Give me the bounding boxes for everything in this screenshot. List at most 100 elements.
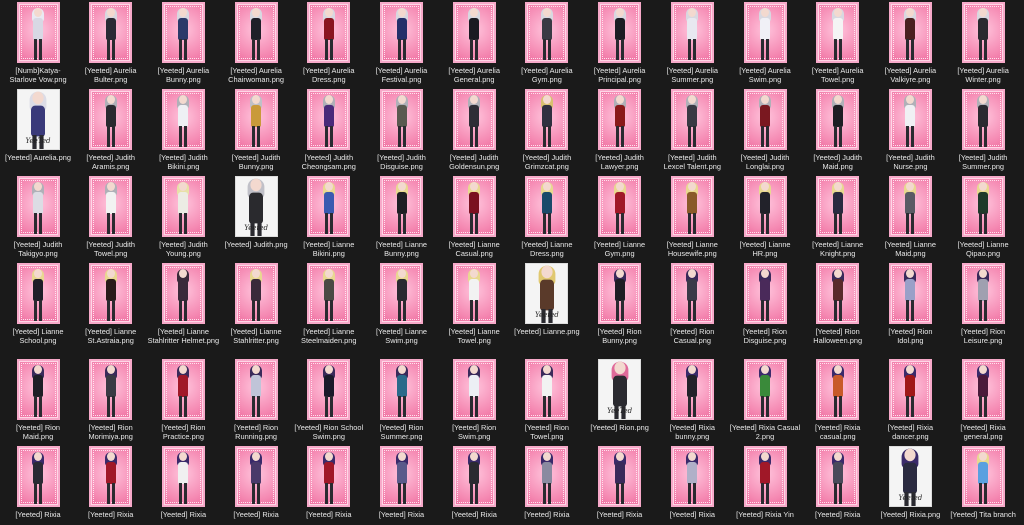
file-item[interactable]: [Yeeted] Rion Idol.png xyxy=(874,263,946,345)
file-item[interactable]: [Yeeted] Aurelia Dress.png xyxy=(293,2,365,84)
file-item[interactable]: [Yeeted] Rixia xyxy=(293,446,365,519)
file-item[interactable]: [Yeeted] Lianne Housewife.png xyxy=(656,176,728,258)
character-figure xyxy=(249,95,263,147)
face xyxy=(179,452,188,461)
file-item[interactable]: [Yeeted] Rixia bunny.png xyxy=(656,359,728,441)
file-item[interactable]: [Yeeted] Judith Summer.png xyxy=(947,89,1019,171)
file-item[interactable]: [Yeeted] Lianne Qipao.png xyxy=(947,176,1019,258)
file-item[interactable]: [Yeeted] Lianne Bunny.png xyxy=(366,176,438,258)
file-item[interactable]: [Yeeted] Judith Grimzcat.png xyxy=(511,89,583,171)
file-item[interactable]: [Yeeted] Rixia xyxy=(2,446,74,519)
file-item[interactable]: [Yeeted] Rion Towel.png xyxy=(511,359,583,441)
file-item[interactable]: [Yeeted] Rixia casual.png xyxy=(802,359,874,441)
file-item[interactable]: [Yeeted] Judith Nurse.png xyxy=(874,89,946,171)
file-item[interactable]: [Yeeted] Rion Summer.png xyxy=(366,359,438,441)
file-item[interactable]: [Yeeted] Aurelia Gym.png xyxy=(511,2,583,84)
file-name: [Yeeted] Rixia.png xyxy=(880,510,941,519)
file-item[interactable]: [Yeeted] Rixia general.png xyxy=(947,359,1019,441)
file-item[interactable]: [Yeeted] Aurelia Summer.png xyxy=(656,2,728,84)
file-name: [Yeeted] Lianne Bunny.png xyxy=(375,240,428,258)
file-item[interactable]: [Yeeted] Judith Takigyo.png xyxy=(2,176,74,258)
file-item[interactable]: [Yeeted] Lianne Swim.png xyxy=(366,263,438,345)
file-item[interactable]: [Yeeted] Judith Lexcel Talent.png xyxy=(656,89,728,171)
file-item[interactable]: [Yeeted] Aurelia Valkiyre.png xyxy=(874,2,946,84)
file-item[interactable]: [Yeeted] Aurelia Swim.png xyxy=(729,2,801,84)
file-name: [Yeeted] Lianne Housewife.png xyxy=(666,240,718,258)
file-item[interactable]: YeeTed [Yeeted] Aurelia.png xyxy=(2,89,74,162)
file-item[interactable]: [Yeeted] Rixia xyxy=(75,446,147,519)
file-item[interactable]: [Yeeted] Lianne HR.png xyxy=(729,176,801,258)
file-item[interactable]: [Yeeted] Rixia xyxy=(220,446,292,519)
file-item[interactable]: [Yeeted] Rion School Swim.png xyxy=(293,359,365,441)
file-item[interactable]: [Yeeted] Rixia xyxy=(802,446,874,519)
file-item[interactable]: [Yeeted] Lianne Maid.png xyxy=(874,176,946,258)
outfit xyxy=(178,462,189,484)
file-item[interactable]: [Yeeted] Lianne St.Astraia.png xyxy=(75,263,147,345)
file-item[interactable]: [Yeeted] Lianne Gym.png xyxy=(584,176,656,258)
file-item[interactable]: [Yeeted] Judith Towel.png xyxy=(75,176,147,258)
file-item[interactable]: [Yeeted] Judith Disguise.png xyxy=(366,89,438,171)
file-item[interactable]: [Yeeted] Judith Young.png xyxy=(147,176,219,258)
file-item[interactable]: [Yeeted] Tita branch xyxy=(947,446,1019,519)
face xyxy=(979,95,988,104)
file-item[interactable]: [Yeeted] Lianne Casual.png xyxy=(438,176,510,258)
file-item[interactable]: [Numb]Katya-Starlove Vow.png xyxy=(2,2,74,84)
file-item[interactable]: [Yeeted] Rion Maid.png xyxy=(2,359,74,441)
file-item[interactable]: [Yeeted] Rion Practice.png xyxy=(147,359,219,441)
file-item[interactable]: [Yeeted] Aurelia Winter.png xyxy=(947,2,1019,84)
file-item[interactable]: [Yeeted] Rixia xyxy=(438,446,510,519)
file-item[interactable]: [Yeeted] Rion Casual.png xyxy=(656,263,728,345)
file-item[interactable]: [Yeeted] Lianne School.png xyxy=(2,263,74,345)
file-item[interactable]: [Yeeted] Aurelia Principal.png xyxy=(584,2,656,84)
face xyxy=(615,452,624,461)
file-item[interactable]: [Yeeted] Lianne Stahlritter Helmet.png xyxy=(147,263,219,345)
file-item[interactable]: YeeTed [Yeeted] Rion.png xyxy=(584,359,656,432)
file-item[interactable]: [Yeeted] Rixia Yin xyxy=(729,446,801,519)
file-item[interactable]: [Yeeted] Rixia xyxy=(511,446,583,519)
file-thumbnail: Yeeted xyxy=(234,176,278,237)
file-item[interactable]: [Yeeted] Aurelia Chairwoman.png xyxy=(220,2,292,84)
file-item[interactable]: [Yeeted] Judith Bunny.png xyxy=(220,89,292,171)
file-item[interactable]: [Yeeted] Rixia xyxy=(656,446,728,519)
file-item[interactable]: [Yeeted] Aurelia Bulter.png xyxy=(75,2,147,84)
character-figure xyxy=(467,269,481,321)
file-thumbnail xyxy=(525,359,569,420)
file-item[interactable]: [Yeeted] Lianne Dress.png xyxy=(511,176,583,258)
file-item[interactable]: [Yeeted] Aurelia Festival.png xyxy=(366,2,438,84)
file-item[interactable]: [Yeeted] Rion Morimiya.png xyxy=(75,359,147,441)
file-item[interactable]: [Yeeted] Judith Maid.png xyxy=(802,89,874,171)
file-item[interactable]: [Yeeted] Judith Aramis.png xyxy=(75,89,147,171)
file-item[interactable]: [Yeeted] Judith Goldensun.png xyxy=(438,89,510,171)
file-item[interactable]: Yeeted [Yeeted] Lianne.png xyxy=(511,263,583,336)
file-item[interactable]: [Yeeted] Lianne Steelmaiden.png xyxy=(293,263,365,345)
file-item[interactable]: [Yeeted] Rixia xyxy=(366,446,438,519)
file-item[interactable]: [Yeeted] Rion Swim.png xyxy=(438,359,510,441)
file-item[interactable]: [Yeeted] Lianne Towel.png xyxy=(438,263,510,345)
file-item[interactable]: [Yeeted] Judith Lawyer.png xyxy=(584,89,656,171)
file-item[interactable]: Yeeted [Yeeted] Rixia.png xyxy=(874,446,946,519)
file-item[interactable]: [Yeeted] Judith Longlai.png xyxy=(729,89,801,171)
file-name: [Yeeted] Lianne Swim.png xyxy=(375,327,428,345)
file-item[interactable]: [Yeeted] Rion Leisure.png xyxy=(947,263,1019,345)
file-item[interactable]: [Yeeted] Lianne Stahlritter.png xyxy=(220,263,292,345)
file-item[interactable]: [Yeeted] Judith Cheongsam.png xyxy=(293,89,365,171)
file-item[interactable]: Yeeted [Yeeted] Judith.png xyxy=(220,176,292,249)
file-item[interactable]: [Yeeted] Rion Running.png xyxy=(220,359,292,441)
file-item[interactable]: [Yeeted] Aurelia Bunny.png xyxy=(147,2,219,84)
file-item[interactable]: [Yeeted] Rion Bunny.png xyxy=(584,263,656,345)
file-name: [Yeeted] Aurelia Bulter.png xyxy=(84,66,137,84)
file-item[interactable]: [Yeeted] Aurelia General.png xyxy=(438,2,510,84)
file-item[interactable]: [Yeeted] Rixia xyxy=(584,446,656,519)
file-item[interactable]: [Yeeted] Lianne Knight.png xyxy=(802,176,874,258)
file-name: [Yeeted] Rion Practice.png xyxy=(161,423,206,441)
file-item[interactable]: [Yeeted] Lianne Bikini.png xyxy=(293,176,365,258)
file-item[interactable]: [Yeeted] Aurelia Towel.png xyxy=(802,2,874,84)
file-name: [Yeeted] Lianne.png xyxy=(514,327,580,336)
file-item[interactable]: [Yeeted] Judith Bikini.png xyxy=(147,89,219,171)
file-item[interactable]: [Yeeted] Rixia dancer.png xyxy=(874,359,946,441)
file-name: [Yeeted] Lianne Gym.png xyxy=(594,240,646,258)
file-item[interactable]: [Yeeted] Rixia xyxy=(147,446,219,519)
file-item[interactable]: [Yeeted] Rion Disguise.png xyxy=(729,263,801,345)
file-item[interactable]: [Yeeted] Rixia Casual 2.png xyxy=(729,359,801,441)
file-item[interactable]: [Yeeted] Rion Halloween.png xyxy=(802,263,874,345)
